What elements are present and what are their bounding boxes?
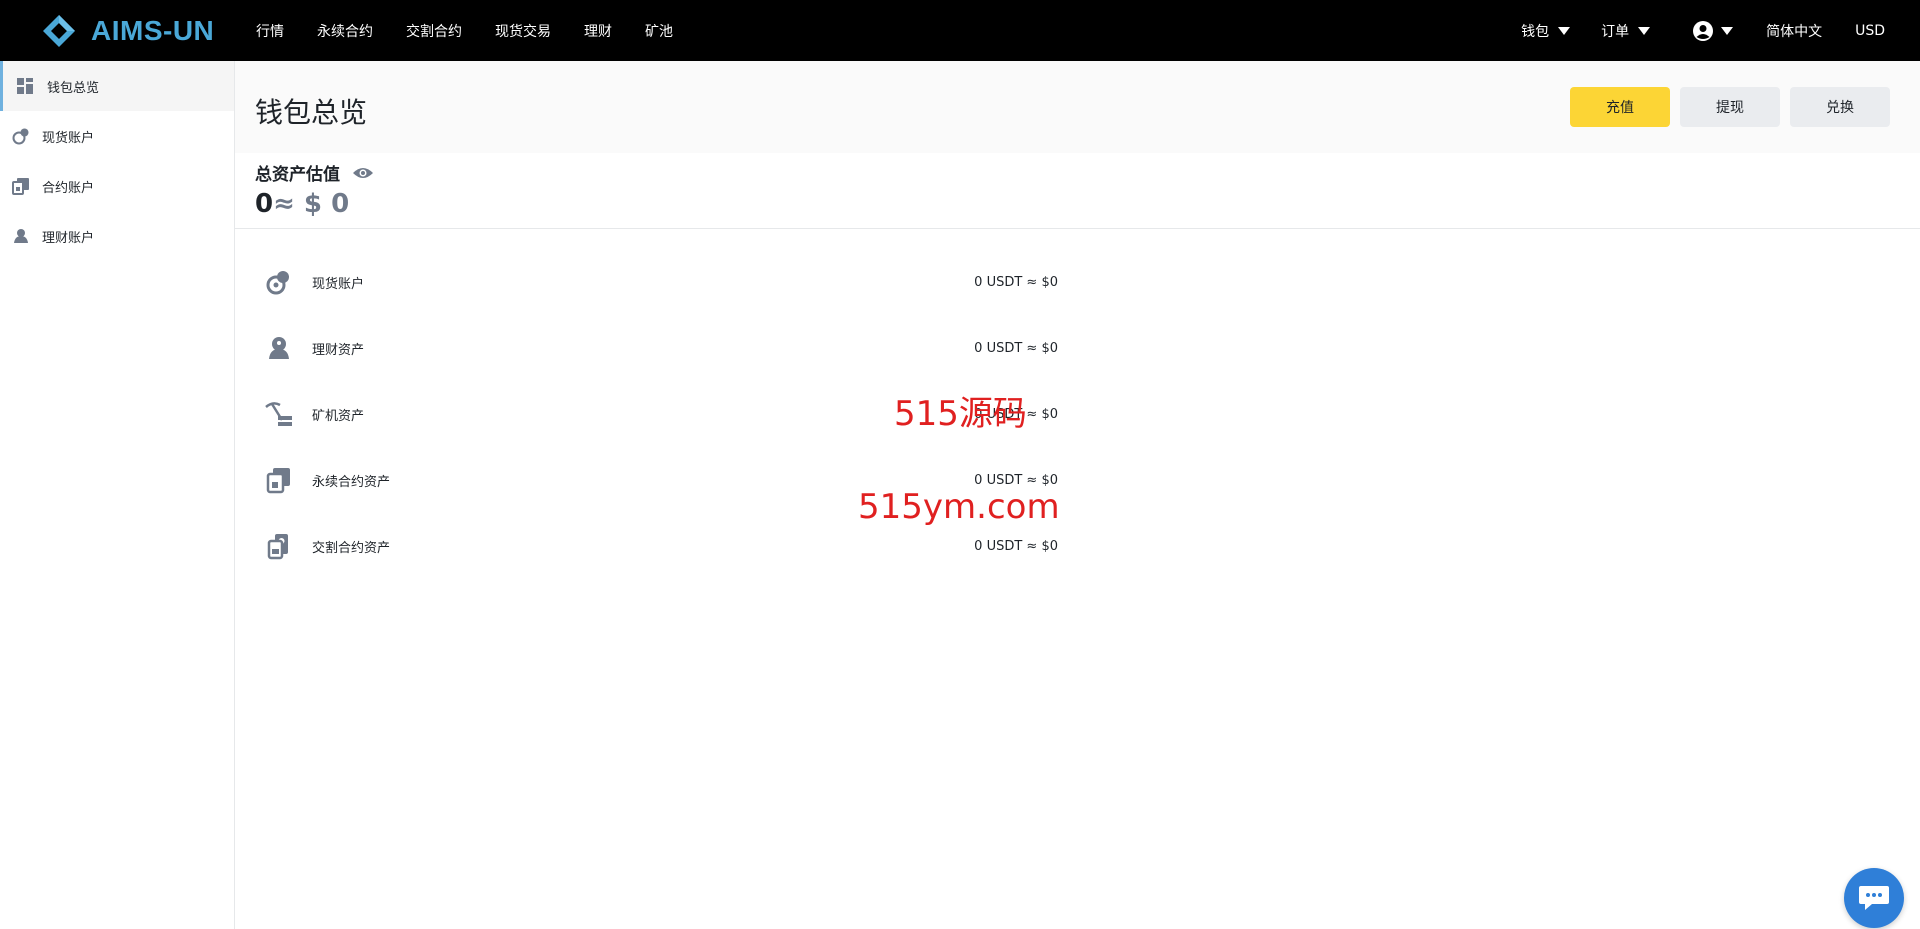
top-navbar: AIMS-UN 行情 永续合约 交割合约 现货交易 理财 矿池 钱包 订单 简体…	[0, 0, 1920, 61]
delivery-contract-icon	[267, 534, 288, 560]
brand-logo[interactable]: AIMS-UN	[41, 13, 214, 48]
total-asset-block: 总资产估值 0≈ $ 0	[255, 160, 374, 219]
withdraw-button[interactable]: 提现	[1680, 87, 1780, 127]
caret-down-icon	[1721, 26, 1734, 35]
asset-value: 0 USDT ≈ $0	[974, 538, 1058, 554]
sidebar-item-label: 理财账户	[42, 230, 95, 246]
asset-value: 0 USDT ≈ $0	[974, 274, 1058, 290]
watermark-title: 515源码	[894, 394, 1027, 434]
sidebar-item-label: 现货账户	[42, 130, 95, 146]
asset-name: 永续合约资产	[312, 474, 391, 490]
total-asset-label: 总资产估值	[255, 165, 340, 185]
nav-mining-pool[interactable]: 矿池	[645, 21, 673, 41]
nav-spot-trading[interactable]: 现货交易	[495, 21, 551, 41]
chat-bubble-icon	[1859, 886, 1889, 910]
nav-finance[interactable]: 理财	[584, 21, 612, 41]
watermark-url: 515ym.com	[858, 487, 1060, 527]
perpetual-contract-icon	[266, 468, 290, 494]
asset-name: 矿机资产	[312, 408, 365, 424]
section-divider	[235, 228, 1920, 229]
list-item[interactable]: 交割合约资产 0 USDT ≈ $0	[263, 526, 1058, 566]
sidebar-item-contract-account[interactable]: 合约账户	[0, 161, 234, 211]
nav-delivery-contract[interactable]: 交割合约	[406, 21, 462, 41]
chat-support-button[interactable]	[1844, 868, 1904, 928]
contract-account-icon	[12, 178, 29, 195]
sidebar: 钱包总览 现货账户 合约账户 理财账户	[0, 61, 235, 929]
asset-name: 交割合约资产	[312, 540, 391, 556]
dashboard-icon	[17, 78, 33, 94]
asset-name: 现货账户	[312, 276, 365, 292]
wallet-dropdown-label: 钱包	[1521, 23, 1550, 40]
asset-value: 0 USDT ≈ $0	[974, 472, 1058, 488]
spot-icon	[266, 271, 289, 295]
account-dropdown[interactable]	[1692, 20, 1734, 42]
page-title: 钱包总览	[255, 96, 368, 129]
total-asset-amount: 0	[255, 189, 274, 219]
sidebar-item-finance-account[interactable]: 理财账户	[0, 211, 234, 261]
exchange-button[interactable]: 兑换	[1790, 87, 1890, 127]
wallet-dropdown[interactable]: 钱包	[1521, 21, 1571, 41]
spot-account-icon	[12, 128, 29, 145]
caret-down-icon	[1638, 26, 1651, 35]
sidebar-item-label: 合约账户	[42, 180, 95, 196]
nav-market[interactable]: 行情	[256, 21, 284, 41]
nav-right-group: 钱包 订单 简体中文 USD	[1521, 0, 1920, 61]
piggy-icon	[269, 337, 289, 359]
total-asset-value: 0≈ $ 0	[255, 189, 374, 219]
orders-dropdown[interactable]: 订单	[1601, 21, 1651, 41]
page-header: 钱包总览 充值 提现 兑换	[235, 61, 1920, 153]
sidebar-item-label: 钱包总览	[47, 80, 100, 96]
sidebar-item-spot-account[interactable]: 现货账户	[0, 111, 234, 161]
user-avatar-icon	[1693, 20, 1714, 41]
deposit-button[interactable]: 充值	[1570, 87, 1670, 127]
eye-icon[interactable]	[352, 165, 374, 181]
list-item[interactable]: 理财资产 0 USDT ≈ $0	[263, 328, 1058, 368]
caret-down-icon	[1558, 26, 1571, 35]
asset-name: 理财资产	[312, 342, 365, 358]
finance-account-icon	[14, 229, 28, 243]
nav-perpetual-contract[interactable]: 永续合约	[317, 21, 373, 41]
currency-selector[interactable]: USD	[1855, 23, 1885, 39]
orders-dropdown-label: 订单	[1601, 23, 1630, 40]
asset-value: 0 USDT ≈ $0	[974, 340, 1058, 356]
mining-pickaxe-icon	[265, 402, 292, 426]
sidebar-item-wallet-overview[interactable]: 钱包总览	[0, 61, 234, 111]
language-selector[interactable]: 简体中文	[1766, 21, 1822, 41]
brand-name: AIMS-UN	[91, 14, 215, 46]
total-asset-usd: ≈ $ 0	[273, 189, 350, 219]
list-item[interactable]: 现货账户 0 USDT ≈ $0	[263, 262, 1058, 302]
logo-diamond-icon	[43, 14, 75, 47]
main-nav: 行情 永续合约 交割合约 现货交易 理财 矿池	[256, 0, 706, 61]
